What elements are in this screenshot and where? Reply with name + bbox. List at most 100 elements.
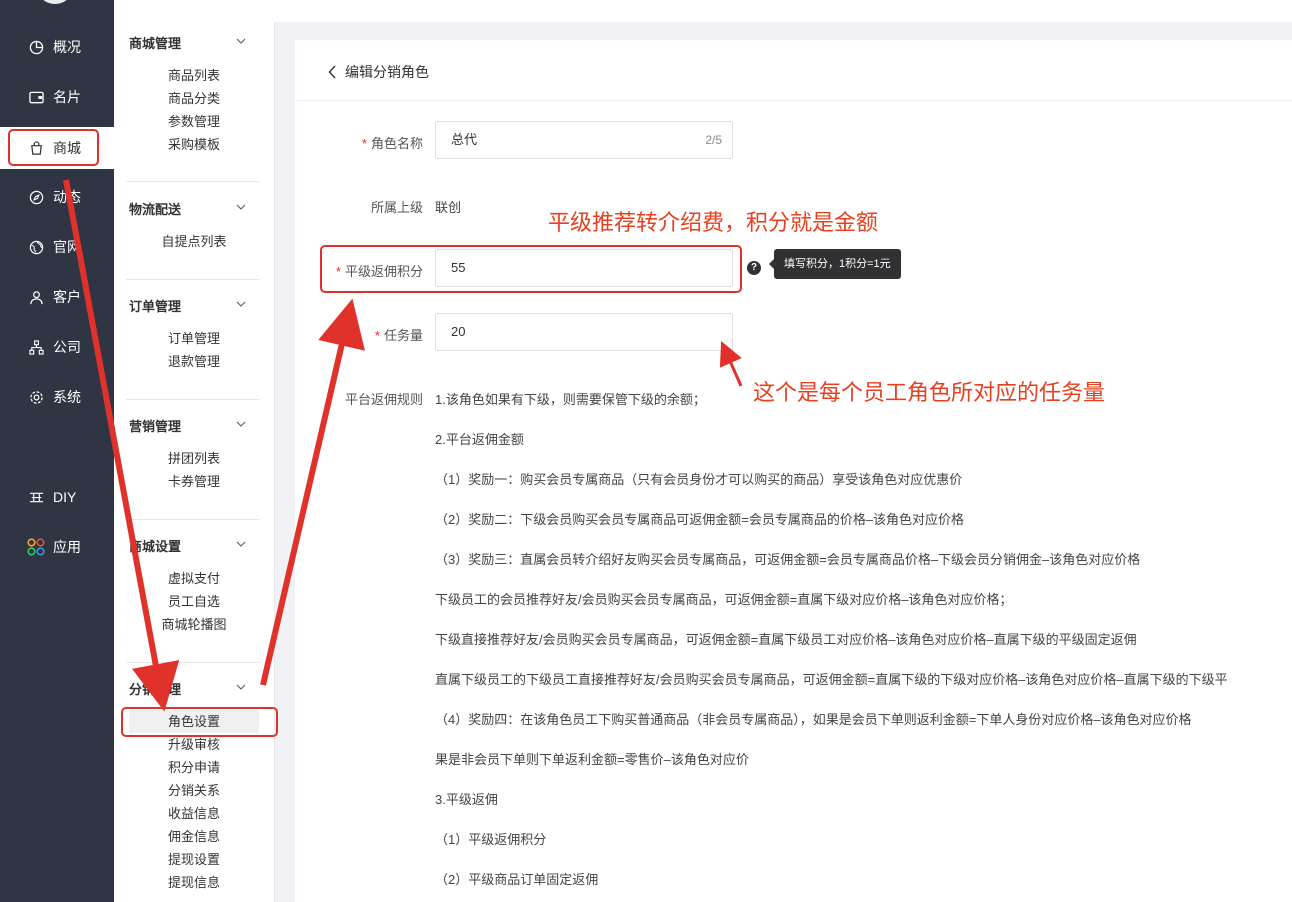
menu-item[interactable]: 收益信息 (114, 802, 274, 825)
menu-item[interactable]: 参数管理 (114, 110, 274, 133)
nav-apps[interactable]: 应用 (0, 527, 114, 567)
menu-item[interactable]: 卡券管理 (114, 470, 274, 493)
rule-line: 下级直接推荐好友/会员购买会员专属商品，可返佣金额=直属下级员工对应价格–该角色… (435, 632, 1137, 647)
gear-icon (27, 388, 45, 406)
role-name-input[interactable]: 总代 2/5 (435, 121, 733, 159)
nav-overview[interactable]: 概况 (0, 27, 114, 67)
chevron-left-icon (328, 65, 336, 79)
menu-item[interactable]: 积分申请 (114, 756, 274, 779)
menu-divider (126, 662, 259, 663)
rule-line: （1）奖励一：购买会员专属商品（只有会员身份才可以购买的商品）享受该角色对应优惠… (435, 472, 963, 487)
menu-item[interactable]: 自提点列表 (114, 230, 274, 253)
menu-item[interactable]: 分销关系 (114, 779, 274, 802)
parent-value: 联创 (435, 200, 462, 215)
role-name-label: * 角色名称 (361, 136, 423, 151)
annotation-peer-note: 平级推荐转介绍费，积分就是金额 (548, 210, 879, 235)
char-counter: 2/5 (705, 133, 722, 147)
role-name-value: 总代 (451, 132, 478, 147)
nav-website-label: 官网 (53, 239, 81, 255)
nav-apps-label: 应用 (53, 539, 81, 555)
menu-group-title[interactable]: 分销管理 (129, 679, 181, 698)
rules-label: 平台返佣规则 (344, 392, 423, 407)
menu-item[interactable]: 商城轮播图 (114, 613, 274, 636)
task-input[interactable]: 20 (435, 313, 733, 351)
chevron-down-icon[interactable] (236, 539, 246, 549)
menu-group-title[interactable]: 营销管理 (129, 416, 181, 435)
menu-divider (126, 519, 259, 520)
nav-company[interactable]: 公司 (0, 327, 114, 367)
nav-customer[interactable]: 客户 (0, 277, 114, 317)
logo (40, 0, 70, 4)
nav-dynamic[interactable]: 动态 (0, 177, 114, 217)
nav-diy[interactable]: DIY (0, 477, 114, 517)
top-bar (274, 0, 1292, 22)
menu-item[interactable]: 虚拟支付 (114, 567, 274, 590)
nav-diy-label: DIY (53, 489, 77, 505)
compass-icon (27, 188, 45, 206)
menu-divider (126, 181, 259, 182)
highlight-mall-nav (8, 129, 99, 166)
rule-line: 1.该角色如果有下级，则需要保管下级的余额； (435, 392, 706, 407)
chevron-down-icon[interactable] (236, 202, 246, 212)
pie-chart-icon (27, 38, 45, 56)
edit-role-card: 编辑分销角色 * 角色名称 总代 2/5 所属上级 联创 * 平级返佣积分 55 ?… (295, 40, 1292, 902)
nav-dynamic-label: 动态 (53, 189, 81, 205)
menu-item[interactable]: 退款管理 (114, 350, 274, 373)
menu-item[interactable]: 提现信息 (114, 871, 274, 894)
card-icon (27, 88, 45, 106)
menu-item[interactable]: 商品分类 (114, 87, 274, 110)
menu-item[interactable]: 采购模板 (114, 133, 274, 156)
menu-group-title[interactable]: 商城管理 (129, 33, 181, 52)
nav-system-label: 系统 (53, 389, 81, 405)
menu-item[interactable]: 员工自选 (114, 590, 274, 613)
parent-label: 所属上级 (370, 200, 423, 215)
nav-website[interactable]: 官网 (0, 227, 114, 267)
menu-item[interactable]: 订单管理 (114, 327, 274, 350)
rule-line: 3.平级返佣 (435, 792, 498, 807)
org-chart-icon (27, 338, 45, 356)
layers-icon (27, 488, 45, 506)
rule-line: 下级员工的会员推荐好友/会员购买会员专属商品，可返佣金额=直属下级对应价格–该角… (435, 592, 1013, 607)
task-label: * 任务量 (374, 328, 423, 343)
nav-customer-label: 客户 (53, 289, 81, 305)
menu-group-title[interactable]: 商城设置 (129, 536, 181, 555)
nav-card-label: 名片 (53, 89, 81, 105)
chevron-down-icon[interactable] (236, 36, 246, 46)
user-icon (27, 288, 45, 306)
menu-group-title[interactable]: 订单管理 (129, 296, 181, 315)
page-title: 编辑分销角色 (345, 64, 429, 80)
chevron-down-icon[interactable] (236, 419, 246, 429)
menu-divider (126, 399, 259, 400)
rule-line: 果是非会员下单则下单返利金额=零售价–该角色对应价 (435, 752, 749, 767)
help-icon[interactable]: ? (747, 261, 761, 275)
rule-line: （4）奖励四：在该角色员工下购买普通商品（非会员专属商品），如果是会员下单则返利… (435, 712, 1192, 727)
nav-company-label: 公司 (53, 339, 81, 355)
task-value: 20 (451, 324, 466, 339)
card-header: 编辑分销角色 (295, 40, 1292, 101)
rule-line: 直属下级员工的下级员工直接推荐好友/会员购买会员专属商品，可返佣金额=直属下级的… (435, 672, 1228, 687)
menu-item[interactable]: 提现设置 (114, 848, 274, 871)
globe-icon (27, 238, 45, 256)
sub-menu: 商城管理 商品列表 商品分类 参数管理 采购模板 物流配送 自提点列表 订单管理… (114, 0, 275, 902)
rule-line: （1）平级返佣积分 (435, 832, 547, 847)
menu-item[interactable]: 商品列表 (114, 64, 274, 87)
rule-line: （2）奖励二：下级会员购买会员专属商品可返佣金额=会员专属商品的价格–该角色对应… (435, 512, 965, 527)
menu-item[interactable]: 佣金信息 (114, 825, 274, 848)
nav-overview-label: 概况 (53, 39, 81, 55)
menu-item[interactable]: 拼团列表 (114, 447, 274, 470)
apps-grid-icon (27, 538, 45, 556)
highlight-peer-points (320, 245, 742, 293)
nav-card[interactable]: 名片 (0, 77, 114, 117)
tooltip: 填写积分，1积分=1元 (769, 249, 901, 279)
nav-system[interactable]: 系统 (0, 377, 114, 417)
highlight-role-settings (121, 707, 278, 737)
annotation-task-note: 这个是每个员工角色所对应的任务量 (753, 380, 1106, 405)
menu-group-title[interactable]: 物流配送 (129, 199, 181, 218)
back-button[interactable]: 编辑分销角色 (328, 62, 429, 82)
chevron-down-icon[interactable] (236, 299, 246, 309)
rule-line: （2）平级商品订单固定返佣 (435, 872, 599, 887)
menu-divider (126, 279, 259, 280)
chevron-down-icon[interactable] (236, 682, 246, 692)
rule-line: （3）奖励三：直属会员转介绍好友购买会员专属商品，可返佣金额=会员专属商品价格–… (435, 552, 1141, 567)
rule-line: 2.平台返佣金额 (435, 432, 524, 447)
